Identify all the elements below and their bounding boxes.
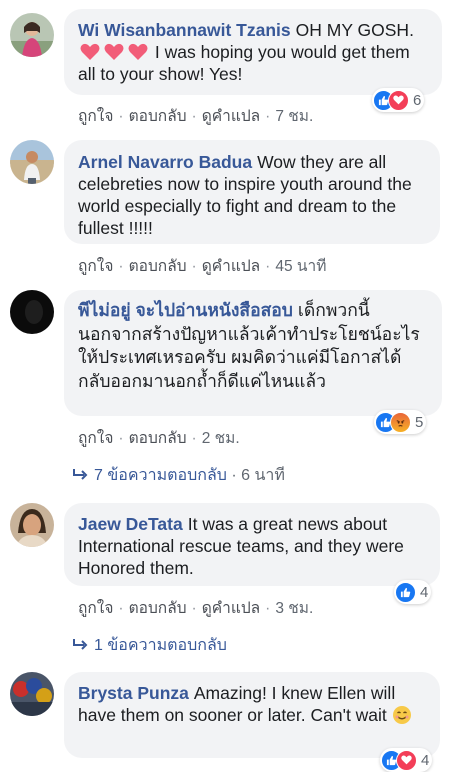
replies-time: 6 นาที (241, 467, 285, 484)
separator-dot: · (265, 600, 271, 617)
reply-arrow-icon (72, 468, 88, 487)
reaction-count: 5 (415, 413, 424, 431)
comment-time[interactable]: 3 ชม. (275, 600, 313, 617)
avatar[interactable] (10, 13, 54, 57)
see-translation-link[interactable]: ดูคำแปล (202, 600, 260, 617)
separator-dot: · (118, 430, 124, 447)
reaction-count: 4 (420, 583, 429, 601)
comment-author[interactable]: Wi Wisanbannawit Tzanis (78, 20, 291, 40)
reaction-summary[interactable]: 6 (372, 88, 425, 112)
like-link[interactable]: ถูกใจ (78, 600, 113, 617)
angry-icon (390, 411, 411, 433)
comment-author[interactable]: Arnel Navarro Badua (78, 152, 252, 172)
reply-link[interactable]: ตอบกลับ (129, 258, 187, 275)
separator-dot: · (265, 108, 271, 125)
see-translation-link[interactable]: ดูคำแปล (202, 258, 260, 275)
reaction-summary[interactable]: 5 (374, 410, 427, 434)
reply-link[interactable]: ตอบกลับ (129, 108, 187, 125)
separator-dot: · (118, 600, 124, 617)
comment-author[interactable]: Brysta Punza (78, 683, 189, 703)
comment-bubble: พีไม่อยู่ จะไปอ่านหนังสือสอบ เด็กพวกนี้นอ… (64, 290, 442, 416)
heart-emoji-icon (128, 43, 148, 61)
comment-actions: ถูกใจ · ตอบกลับ · ดูคำแปล · 3 ชม. (78, 595, 313, 620)
reaction-summary[interactable]: 4 (380, 748, 433, 772)
avatar[interactable] (10, 672, 54, 716)
view-replies-link[interactable]: 7 ข้อความตอบกลับ · 6 นาที (72, 463, 285, 488)
comment-bubble: Jaew DeTata It was a great news about Int… (64, 503, 440, 586)
avatar[interactable] (10, 503, 54, 547)
comment-actions: ถูกใจ · ตอบกลับ · ดูคำแปล · 7 ชม. (78, 103, 313, 128)
separator-dot: · (118, 258, 124, 275)
comment-bubble: Wi Wisanbannawit Tzanis OH MY GOSH. I was… (64, 9, 442, 95)
separator-dot: · (191, 430, 197, 447)
reply-arrow-icon (72, 638, 88, 657)
comment-time[interactable]: 7 ชม. (275, 108, 313, 125)
view-replies-link[interactable]: 1 ข้อความตอบกลับ (72, 633, 227, 658)
comment-text: OH MY GOSH. (295, 20, 414, 40)
smile-emoji-icon (392, 705, 412, 725)
comment-bubble: Arnel Navarro Badua Wow they are all cele… (64, 140, 440, 244)
comment-time[interactable]: 45 นาที (275, 258, 326, 275)
avatar[interactable] (10, 140, 54, 184)
replies-count[interactable]: 7 ข้อความตอบกลับ (94, 467, 227, 484)
like-link[interactable]: ถูกใจ (78, 108, 113, 125)
comment-time[interactable]: 2 ชม. (202, 430, 240, 447)
like-icon (395, 581, 416, 603)
comment-actions: ถูกใจ · ตอบกลับ · 2 ชม. (78, 425, 240, 450)
reaction-count: 4 (421, 751, 430, 769)
love-icon (396, 749, 417, 771)
reply-link[interactable]: ตอบกลับ (129, 430, 187, 447)
heart-emoji-icon (80, 43, 100, 61)
comment-author[interactable]: Jaew DeTata (78, 514, 183, 534)
love-icon (388, 89, 409, 111)
like-link[interactable]: ถูกใจ (78, 258, 113, 275)
see-translation-link[interactable]: ดูคำแปล (202, 108, 260, 125)
heart-emoji-icon (104, 43, 124, 61)
reaction-summary[interactable]: 4 (394, 580, 432, 604)
reply-link[interactable]: ตอบกลับ (129, 600, 187, 617)
separator-dot: · (191, 600, 197, 617)
replies-count[interactable]: 1 ข้อความตอบกลับ (94, 637, 227, 654)
avatar[interactable] (10, 290, 54, 334)
comment-actions: ถูกใจ · ตอบกลับ · ดูคำแปล · 45 นาที (78, 253, 326, 278)
comment-author[interactable]: พีไม่อยู่ จะไปอ่านหนังสือสอบ (78, 300, 293, 320)
reaction-count: 6 (413, 91, 422, 109)
comment-bubble: Brysta Punza Amazing! I knew Ellen will h… (64, 672, 440, 758)
separator-dot: · (265, 258, 271, 275)
separator-dot: · (118, 108, 124, 125)
separator-dot: · (191, 108, 197, 125)
like-link[interactable]: ถูกใจ (78, 430, 113, 447)
separator-dot: · (191, 258, 197, 275)
